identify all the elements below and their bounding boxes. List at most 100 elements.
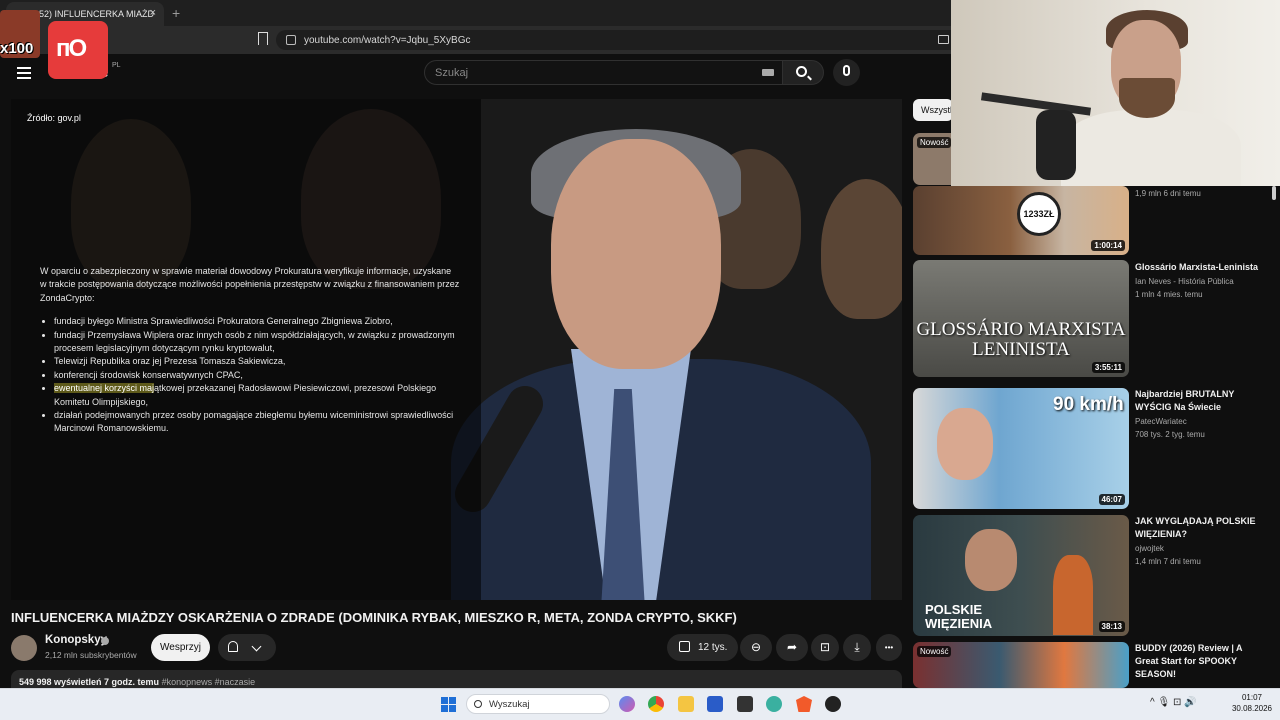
support-button[interactable]: Wesprzyj	[151, 634, 210, 661]
thumbnail-person	[937, 408, 993, 480]
document-item: fundacji byłego Ministra Sprawiedliwości…	[54, 315, 460, 328]
dislike-button[interactable]: ⊖	[740, 634, 772, 661]
taskbar-search[interactable]: Wyszukaj	[466, 694, 610, 714]
webcam-overlay	[951, 0, 1280, 186]
verified-icon	[101, 637, 109, 645]
search-icon	[796, 66, 807, 77]
app-icon[interactable]	[825, 696, 841, 712]
store-icon[interactable]	[707, 696, 723, 712]
video-player[interactable]: Źródło: gov.pl W oparciu o zabezpieczony…	[11, 99, 902, 600]
menu-icon[interactable]	[17, 67, 31, 79]
sidebar-channel-name[interactable]: PatecWariatec	[1135, 417, 1187, 426]
document-list: fundacji byłego Ministra Sprawiedliwości…	[40, 315, 460, 436]
sidebar-channel-name[interactable]: Ian Neves - História Pública	[1135, 277, 1234, 286]
document-item: konferencji środowisk konserwatywnych CP…	[54, 369, 460, 382]
subscription-bell-button[interactable]	[218, 634, 276, 661]
sidebar-video-title[interactable]: JAK WYGLĄDAJĄ POLSKIE WIĘZIENIA?	[1135, 515, 1265, 541]
microphone-icon	[843, 65, 850, 76]
thumbnail-text: 90 km/h	[1053, 394, 1124, 415]
search-button[interactable]	[782, 60, 824, 85]
subscriber-count: 2,12 mln subskrybentów	[45, 650, 137, 660]
thumbnail-person	[965, 529, 1017, 591]
new-tab-button[interactable]: +	[172, 5, 180, 21]
new-badge: Nowość	[917, 646, 952, 657]
windows-taskbar	[0, 688, 1280, 720]
tab-close-icon[interactable]: ×	[150, 7, 156, 19]
search-icon	[474, 700, 482, 708]
chip-all[interactable]: Wszystkie	[913, 99, 953, 121]
channel-name[interactable]: Konopskyy	[45, 634, 107, 646]
windows-start-icon[interactable]	[441, 697, 456, 712]
document-item: działań podejmowanych przez osoby pomaga…	[54, 409, 460, 436]
sidebar-video-meta: 708 tys. 2 tyg. temu	[1135, 430, 1205, 439]
document-intro: W oparciu o zabezpieczony w sprawie mate…	[40, 266, 460, 303]
source-label: Źródło: gov.pl	[27, 113, 81, 123]
x100-label: x100	[0, 40, 34, 57]
app-icon[interactable]	[737, 696, 753, 712]
download-button[interactable]: ⤓	[843, 634, 871, 661]
sidebar-video-title[interactable]: Glossário Marxista-Leninista	[1135, 261, 1265, 274]
site-info-icon[interactable]	[286, 35, 296, 45]
new-badge: Nowość	[917, 137, 952, 148]
bookmark-icon[interactable]	[258, 32, 268, 45]
chevron-down-icon	[251, 641, 262, 652]
video-title: INFLUENCERKA MIAŻDZY OSKARŻENIA O ZDRADE…	[11, 610, 737, 625]
taskbar-clock[interactable]: 01:07 30.08.2026	[1228, 692, 1276, 714]
sidebar-video-title[interactable]: Najbardziej BRUTALNY WYŚCIG Na Świecie	[1135, 388, 1265, 414]
url-field[interactable]: youtube.com/watch?v=Jqbu_5XyBGc	[276, 30, 966, 50]
sidebar-thumbnail[interactable]: Nowość	[913, 642, 1129, 688]
thumbnail-text: POLSKIE WIĘZIENIA	[925, 602, 993, 631]
system-tray[interactable]: ^ 🎙 ⊡ 🔊	[1150, 697, 1197, 708]
channel-overlay-logo: ᴨO	[48, 21, 108, 79]
description-box[interactable]: 549 998 wyświetleń 7 godz. temu #konopne…	[11, 670, 902, 688]
share-icon: ➦	[786, 640, 798, 654]
cast-icon[interactable]	[938, 35, 949, 44]
background-figure	[821, 179, 902, 319]
sidebar-thumbnail[interactable]: 1233ZŁ 1:00:14	[913, 186, 1129, 255]
save-button[interactable]: ⊡	[811, 634, 839, 661]
video-duration: 38:13	[1098, 621, 1125, 632]
download-icon: ⤓	[854, 640, 860, 654]
sidebar-video-meta: 1 mln 4 mies. temu	[1135, 290, 1203, 299]
taskbar-search-label: Wyszukaj	[489, 698, 530, 710]
sidebar-thumbnail[interactable]: POLSKIE WIĘZIENIA 38:13	[913, 515, 1129, 636]
like-button[interactable]: 12 tys.	[667, 634, 738, 661]
overlay-logo-text: ᴨO	[56, 35, 87, 62]
chrome-icon[interactable]	[648, 696, 664, 712]
file-explorer-icon[interactable]	[678, 696, 694, 712]
bookmark-save-icon: ⊡	[819, 640, 831, 654]
document-item: ewentualnej korzyści majątkowej przekaza…	[54, 382, 460, 409]
share-button[interactable]: ➦	[776, 634, 808, 661]
video-duration: 3:55:11	[1091, 362, 1125, 373]
bell-icon	[228, 641, 238, 652]
sidebar-thumbnail[interactable]: 90 km/h 46:07	[913, 388, 1129, 509]
video-duration: 46:07	[1098, 494, 1125, 505]
streamer-beard	[1119, 78, 1175, 118]
like-count: 12 tys.	[698, 642, 728, 653]
copilot-icon[interactable]	[619, 696, 635, 712]
app-icon[interactable]	[766, 696, 782, 712]
more-icon: •••	[884, 643, 894, 652]
thumbnail-price-tag: 1233ZŁ	[1017, 192, 1061, 236]
search-input[interactable]: Szukaj	[424, 60, 784, 85]
sidebar-scrollbar[interactable]	[1272, 186, 1276, 200]
sidebar-thumbnail[interactable]: GLOSSÁRIO MARXISTA LENINISTA 3:55:11	[913, 260, 1129, 377]
tab-title: (152) INFLUENCERKA MIAŻD	[31, 9, 155, 19]
document-overlay: W oparciu o zabezpieczony w sprawie mate…	[40, 265, 460, 436]
thumbnail-text: GLOSSÁRIO MARXISTA LENINISTA	[916, 319, 1126, 360]
view-count-and-date: 549 998 wyświetleń 7 godz. temu	[19, 677, 160, 687]
voice-search-button[interactable]	[833, 59, 860, 86]
sidebar-video-title[interactable]: BUDDY (2026) Review | A Great Start for …	[1135, 642, 1265, 681]
hashtags[interactable]: #konopnews #naczasie	[162, 677, 256, 687]
streamer-shirt	[1061, 110, 1241, 186]
document-item: fundacji Przemysława Wiplera oraz innych…	[54, 329, 460, 356]
more-actions-button[interactable]: •••	[876, 634, 902, 661]
channel-avatar[interactable]	[11, 635, 37, 661]
document-item: Telewizji Republika oraz jej Prezesa Tom…	[54, 355, 460, 368]
logo-region: PL	[112, 62, 121, 69]
sidebar-channel-name[interactable]: ojwojtek	[1135, 544, 1164, 553]
search-placeholder: Szukaj	[435, 66, 469, 79]
video-duration: 1:00:14	[1091, 240, 1125, 251]
keyboard-icon[interactable]	[762, 69, 774, 76]
speaker-face	[551, 139, 721, 369]
